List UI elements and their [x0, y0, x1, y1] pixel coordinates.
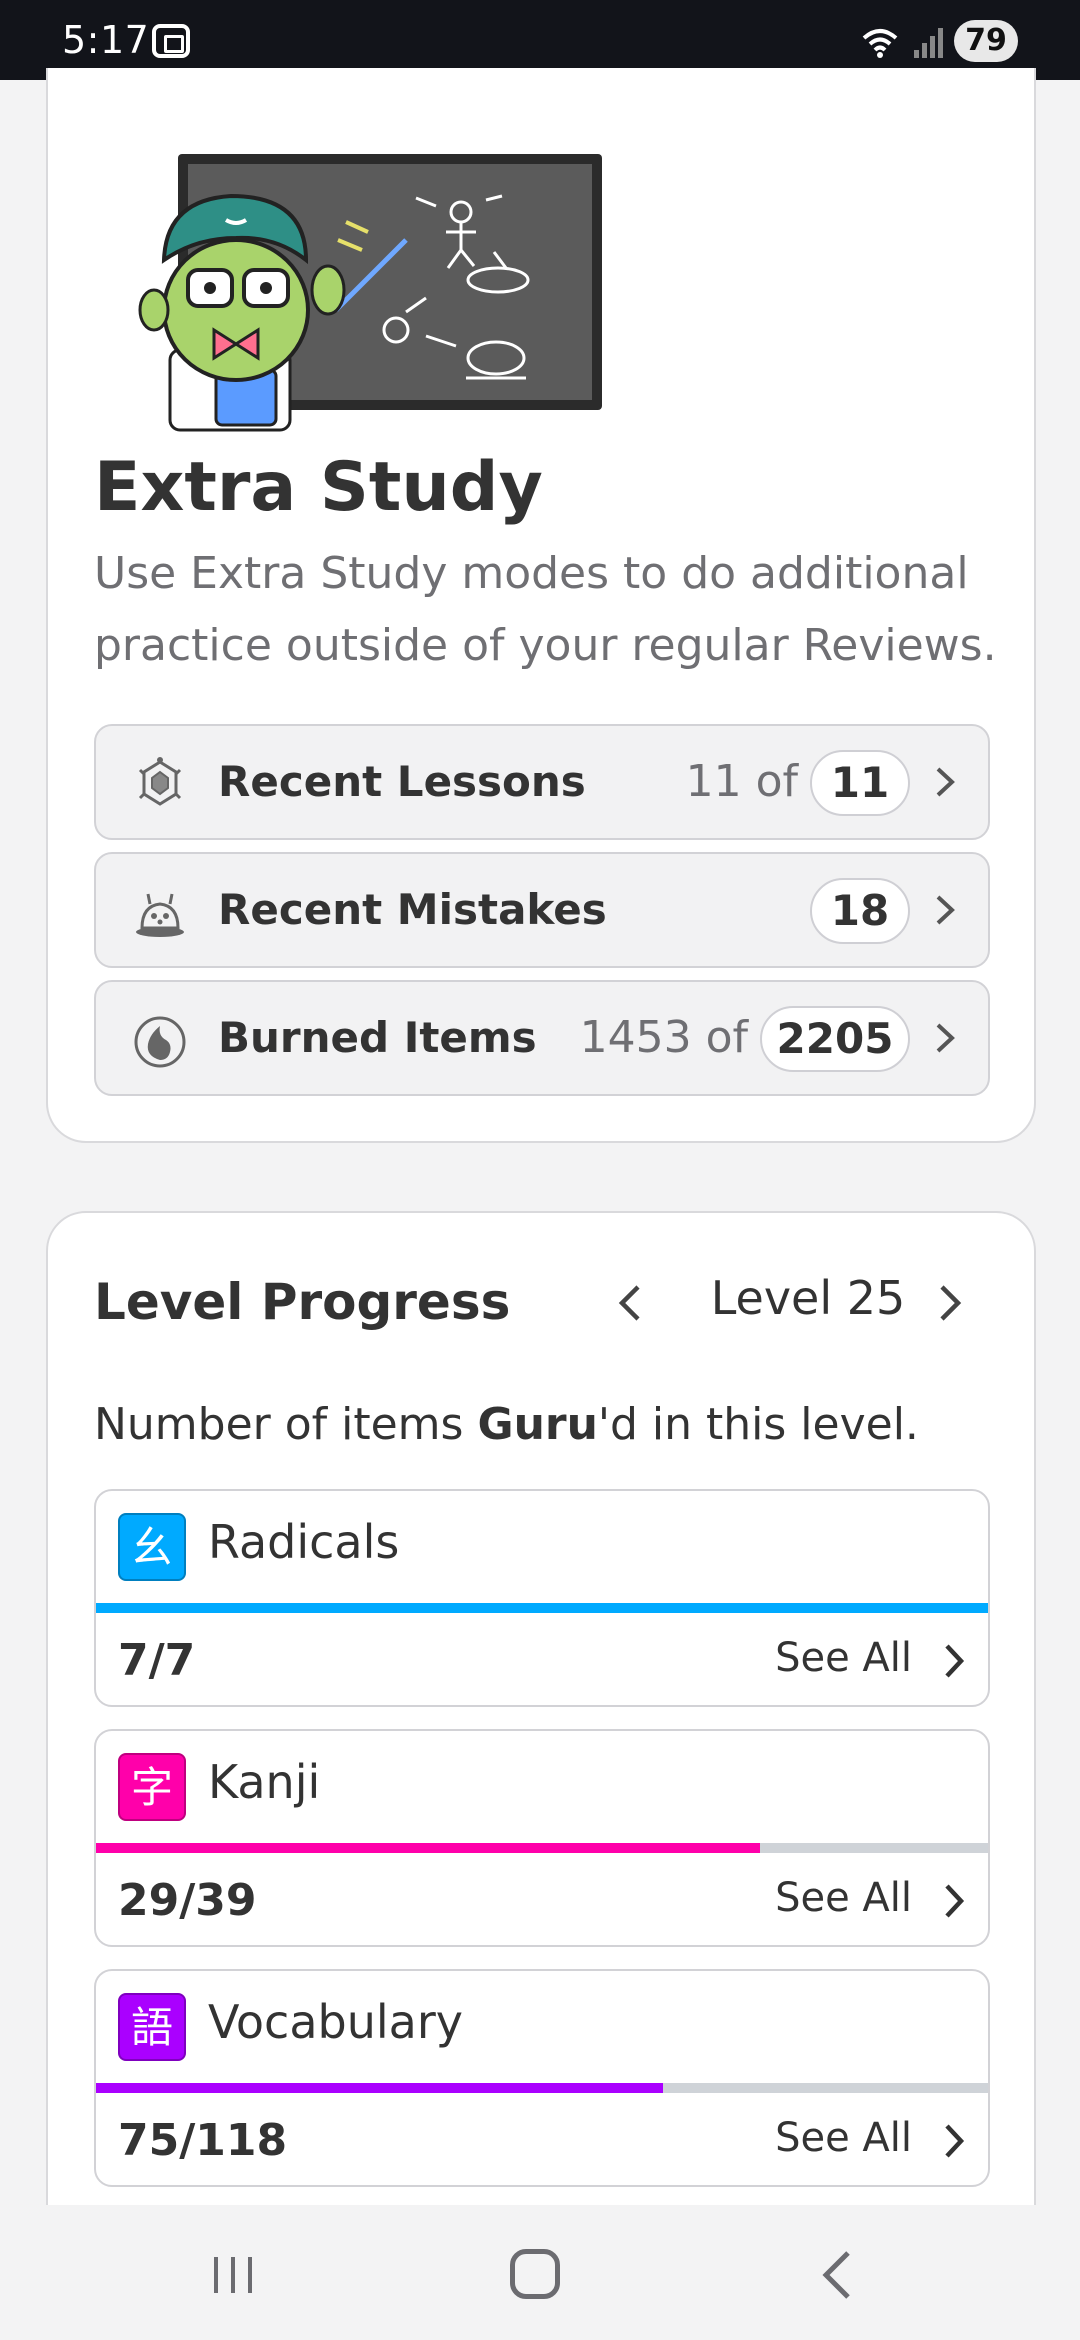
- back-button[interactable]: [820, 2249, 854, 2301]
- recent-mistakes-label: Recent Mistakes: [218, 885, 607, 934]
- recent-lessons-label: Recent Lessons: [218, 757, 586, 806]
- radicals-progress-bar: [96, 1603, 988, 1613]
- radicals-progress-fill: [96, 1603, 988, 1613]
- burned-items-count: 2205: [760, 1006, 910, 1072]
- vocabulary-progress-card: 語 Vocabulary 75/118 See All: [94, 1969, 990, 2187]
- kanji-badge-icon: 字: [118, 1753, 186, 1821]
- recent-lessons-row[interactable]: Recent Lessons 11 of 11: [94, 724, 990, 840]
- radicals-label: Radicals: [208, 1515, 400, 1569]
- level-progress-title: Level Progress: [94, 1273, 511, 1331]
- vocabulary-count: 75/118: [118, 2115, 288, 2166]
- signal-icon: [914, 28, 943, 58]
- system-navigation-bar: [0, 2205, 1080, 2340]
- radicals-count: 7/7: [118, 1635, 196, 1686]
- crab-icon: [136, 893, 184, 937]
- burned-items-label: Burned Items: [218, 1013, 537, 1062]
- chevron-right-icon: [936, 1023, 955, 1053]
- flame-icon: [134, 1016, 186, 1068]
- vocabulary-progress-bar: [96, 2083, 988, 2093]
- battery-indicator: 79: [954, 20, 1018, 62]
- previous-level-button[interactable]: [608, 1273, 652, 1333]
- radicals-progress-card: 幺 Radicals 7/7 See All: [94, 1489, 990, 1707]
- recent-apps-button[interactable]: [208, 2253, 258, 2297]
- burned-items-of: 1453 of: [579, 1012, 748, 1063]
- kanji-progress-fill: [96, 1843, 760, 1853]
- current-level-label: Level 25: [710, 1271, 906, 1325]
- extra-study-card: Extra Study Use Extra Study modes to do …: [46, 68, 1036, 1143]
- kanji-progress-bar: [96, 1843, 988, 1853]
- chevron-right-icon: [936, 767, 955, 797]
- burned-items-row[interactable]: Burned Items 1453 of 2205: [94, 980, 990, 1096]
- home-button[interactable]: [510, 2249, 560, 2299]
- kanji-see-all-link[interactable]: See All: [775, 1875, 912, 1921]
- recent-mistakes-row[interactable]: Recent Mistakes 18: [94, 852, 990, 968]
- vocabulary-badge-icon: 語: [118, 1993, 186, 2061]
- kanji-progress-card: 字 Kanji 29/39 See All: [94, 1729, 990, 1947]
- next-level-button[interactable]: [928, 1273, 972, 1333]
- screenshot-icon: [152, 24, 190, 58]
- recent-mistakes-count: 18: [810, 878, 910, 944]
- turtle-icon: [138, 757, 182, 806]
- chevron-right-icon[interactable]: [942, 2121, 966, 2161]
- vocabulary-label: Vocabulary: [208, 1995, 463, 2049]
- kanji-count: 29/39: [118, 1875, 257, 1926]
- extra-study-description: Use Extra Study modes to do additional p…: [94, 548, 997, 671]
- recent-lessons-count: 11: [810, 750, 910, 816]
- status-time: 5:17: [62, 18, 150, 62]
- level-progress-description: Number of items Guru'd in this level.: [94, 1399, 919, 1450]
- radicals-see-all-link[interactable]: See All: [775, 1635, 912, 1681]
- wifi-icon: [862, 29, 898, 58]
- vocabulary-see-all-link[interactable]: See All: [775, 2115, 912, 2161]
- radical-badge-icon: 幺: [118, 1513, 186, 1581]
- teacher-mascot-illustration: [138, 154, 602, 432]
- level-progress-card: Level Progress Level 25 Number of items …: [46, 1211, 1036, 2340]
- kanji-label: Kanji: [208, 1755, 321, 1809]
- description-suffix: 'd in this level.: [597, 1399, 919, 1450]
- chevron-right-icon[interactable]: [942, 1641, 966, 1681]
- chevron-right-icon: [936, 895, 955, 925]
- description-prefix: Number of items: [94, 1399, 478, 1450]
- description-guru: Guru: [477, 1399, 598, 1450]
- extra-study-title: Extra Study: [94, 448, 543, 527]
- chevron-right-icon[interactable]: [942, 1881, 966, 1921]
- vocabulary-progress-fill: [96, 2083, 664, 2093]
- recent-lessons-of: 11 of: [685, 756, 798, 807]
